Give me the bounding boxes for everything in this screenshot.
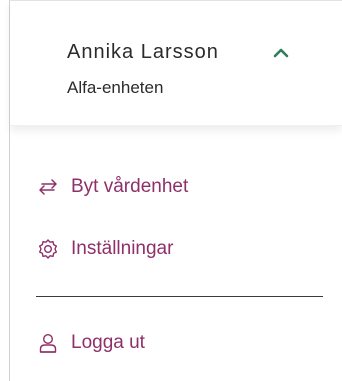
user-name: Annika Larsson xyxy=(67,41,219,63)
menu-divider xyxy=(36,296,323,297)
switch-arrows-icon xyxy=(37,176,59,198)
menu-item-logout[interactable]: Logga ut xyxy=(37,326,145,360)
chevron-up-icon xyxy=(272,45,290,59)
user-logout-icon xyxy=(37,332,59,354)
user-menu-toggle[interactable]: Annika Larsson Alfa-enheten xyxy=(10,1,342,126)
menu-item-label: Byt vårdenhet xyxy=(71,176,189,197)
menu-item-settings[interactable]: Inställningar xyxy=(37,232,173,266)
gear-icon xyxy=(37,238,59,260)
user-menu-panel: Annika Larsson Alfa-enheten Byt vårdenhe… xyxy=(9,0,342,381)
menu-item-switch-unit[interactable]: Byt vårdenhet xyxy=(37,170,188,204)
menu-item-label: Inställningar xyxy=(71,238,174,259)
unit-name: Alfa-enheten xyxy=(67,78,164,97)
menu-item-label: Logga ut xyxy=(71,332,145,353)
